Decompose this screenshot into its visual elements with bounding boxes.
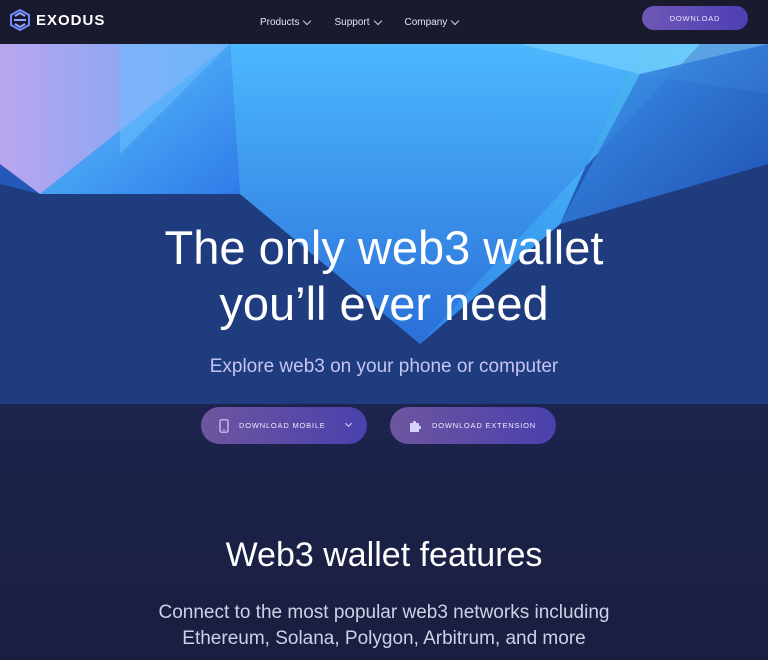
- main-menu: Products Support Company: [260, 0, 460, 44]
- phone-icon: [219, 418, 229, 433]
- hero-title-line1: The only web3 wallet: [164, 221, 604, 274]
- exodus-logo-icon: [10, 9, 30, 31]
- features-desc-line1: Connect to the most popular web3 network…: [158, 602, 610, 623]
- features-description: Connect to the most popular web3 network…: [0, 600, 768, 652]
- chevron-down-icon: [451, 16, 460, 25]
- brand-logo[interactable]: EXODUS: [10, 9, 105, 31]
- hero-title-line2: you’ll ever need: [219, 277, 549, 330]
- hero-title: The only web3 wallet you’ll ever need: [0, 220, 768, 332]
- brand-name: EXODUS: [36, 11, 106, 29]
- menu-item-label: Support: [334, 16, 370, 28]
- chevron-down-icon: [373, 16, 382, 25]
- download-mobile-button[interactable]: DOWNLOAD MOBILE: [201, 407, 367, 444]
- nav-download-button[interactable]: DOWNLOAD: [642, 6, 748, 30]
- menu-item-products[interactable]: Products: [260, 16, 312, 28]
- features-desc-line2: Ethereum, Solana, Polygon, Arbitrum, and…: [182, 628, 586, 649]
- menu-item-company[interactable]: Company: [404, 16, 460, 28]
- menu-item-label: Products: [260, 16, 300, 28]
- chevron-down-icon[interactable]: [344, 419, 353, 428]
- hero-subtitle: Explore web3 on your phone or computer: [209, 356, 559, 377]
- features-title: Web3 wallet features: [225, 536, 543, 574]
- download-extension-button[interactable]: DOWNLOAD EXTENSION: [390, 407, 556, 444]
- top-navbar: EXODUS Products Support Company DOWNLOAD: [0, 0, 768, 44]
- download-extension-label: DOWNLOAD EXTENSION: [432, 421, 536, 430]
- page: EXODUS Products Support Company DOWNLOAD…: [0, 0, 768, 660]
- chevron-down-icon: [303, 16, 312, 25]
- puzzle-icon: [408, 419, 422, 433]
- download-mobile-label: DOWNLOAD MOBILE: [239, 421, 326, 430]
- menu-item-label: Company: [404, 16, 448, 28]
- menu-item-support[interactable]: Support: [334, 16, 382, 28]
